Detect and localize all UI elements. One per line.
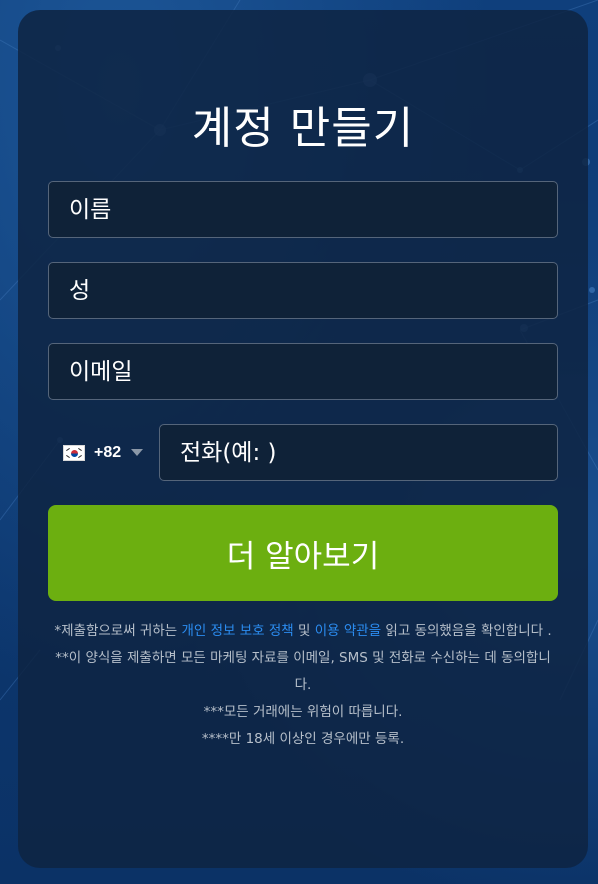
- country-code-select[interactable]: +82: [48, 424, 156, 481]
- south-korea-flag-icon: [63, 444, 85, 461]
- terms-link[interactable]: 이용 약관을: [315, 623, 381, 639]
- consent-text-suffix: 읽고 동의했음을 확인합니다 .: [381, 623, 552, 639]
- phone-row: +82: [48, 424, 558, 481]
- consent-line: *제출함으로써 귀하는 개인 정보 보호 정책 및 이용 약관을 읽고 동의했음…: [50, 618, 556, 645]
- consent-text-mid: 및: [293, 623, 315, 639]
- first-name-input[interactable]: [48, 181, 558, 238]
- page-title: 계정 만들기: [191, 103, 415, 154]
- disclaimer: *제출함으로써 귀하는 개인 정보 보호 정책 및 이용 약관을 읽고 동의했음…: [50, 618, 556, 753]
- last-name-input[interactable]: [48, 262, 558, 319]
- phone-input[interactable]: [159, 424, 558, 481]
- consent-text-prefix: *제출함으로써 귀하는: [54, 623, 182, 639]
- age-requirement-line: ****만 18세 이상인 경우에만 등록.: [201, 731, 405, 747]
- privacy-policy-link[interactable]: 개인 정보 보호 정책: [181, 623, 293, 639]
- risk-warning-line: ***모든 거래에는 위험이 따릅니다.: [203, 704, 403, 720]
- chevron-down-icon: [131, 449, 144, 456]
- submit-button[interactable]: 더 알아보기: [48, 505, 558, 601]
- signup-card: 계정 만들기 +82 더 알아보기 *제출함으로써 귀하는 개인 정보 보호 정…: [18, 10, 588, 868]
- country-code-label: +82: [94, 443, 122, 461]
- email-input[interactable]: [48, 343, 558, 400]
- marketing-consent-line: **이 양식을 제출하면 모든 마케팅 자료를 이메일, SMS 및 전화로 수…: [55, 650, 551, 693]
